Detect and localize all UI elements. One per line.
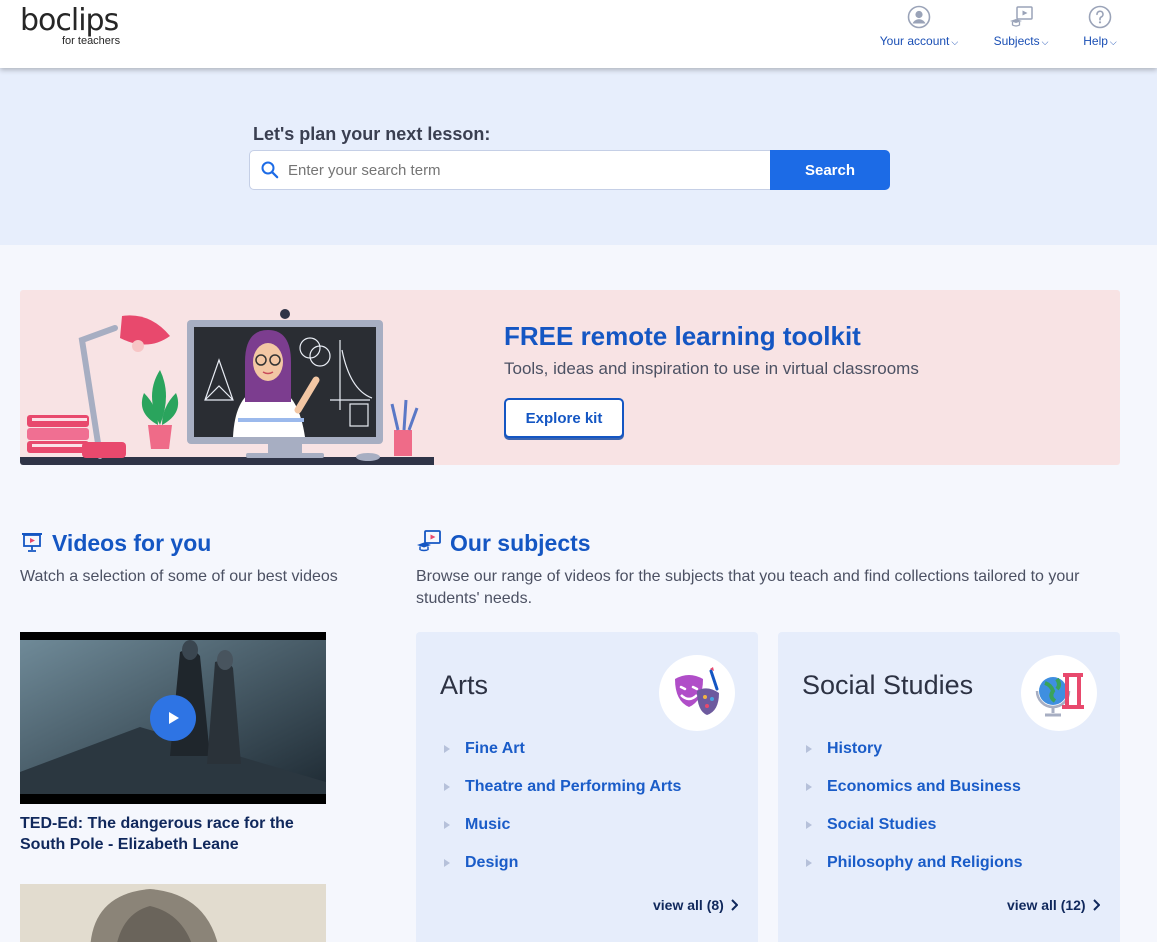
our-subjects-title: Our subjects	[450, 530, 591, 556]
top-header: boclips for teachers Your account ⌵ Subje…	[0, 0, 1157, 68]
caret-right-icon	[806, 859, 812, 867]
subject-card-title[interactable]: Social Studies	[802, 670, 973, 701]
view-all-arts-link[interactable]: view all (8)	[653, 897, 738, 913]
subject-link-philosophy[interactable]: Philosophy and Religions	[806, 844, 1023, 882]
chevron-down-icon: ⌵	[1041, 37, 1049, 47]
subject-card-social-studies: Social Studies History Economics and Bus…	[778, 632, 1120, 942]
chevron-right-icon	[731, 899, 738, 911]
caret-right-icon	[806, 783, 812, 791]
subject-card-arts: Arts Fine Art Theatre and Performing Art…	[416, 632, 758, 942]
subject-list: Fine Art Theatre and Performing Arts Mus…	[444, 730, 681, 882]
our-subjects-heading: Our subjects	[416, 529, 591, 558]
video-thumbnail[interactable]	[20, 632, 326, 804]
search-input[interactable]	[288, 161, 770, 179]
search-hero: Let's plan your next lesson: Search	[0, 68, 1157, 245]
banner-subtitle: Tools, ideas and inspiration to use in v…	[504, 359, 919, 378]
play-icon	[169, 712, 179, 724]
play-button[interactable]	[150, 695, 196, 741]
chevron-right-icon	[1092, 899, 1100, 911]
caret-right-icon	[444, 859, 450, 867]
subjects-label: Subjects	[993, 34, 1040, 48]
help-label: Help	[1083, 34, 1108, 48]
logo-wordmark: boclips	[20, 3, 119, 38]
theatre-masks-icon	[659, 655, 735, 731]
subjects-menu[interactable]: Subjects ⌵	[991, 0, 1051, 68]
subjects-description: Browse our range of videos for the subje…	[416, 568, 1080, 607]
help-icon	[1087, 4, 1113, 30]
user-icon	[906, 4, 932, 30]
video-thumbnail[interactable]	[20, 884, 326, 942]
search-box	[249, 150, 771, 190]
chevron-down-icon: ⌵	[1109, 37, 1117, 47]
header-nav: Your account ⌵ Subjects ⌵ Help ⌵	[877, 0, 1119, 68]
subject-list: History Economics and Business Social St…	[806, 730, 1023, 882]
caret-right-icon	[806, 745, 812, 753]
chevron-down-icon: ⌵	[951, 37, 959, 47]
view-all-social-studies-link[interactable]: view all (12)	[1007, 897, 1100, 913]
search-button[interactable]: Search	[770, 150, 890, 190]
banner-title: FREE remote learning toolkit	[504, 321, 861, 351]
subject-link-design[interactable]: Design	[444, 844, 681, 882]
presentation-icon	[20, 529, 44, 558]
globe-column-icon	[1021, 655, 1097, 731]
view-all-label: view all (8)	[653, 897, 724, 913]
your-account-label: Your account	[879, 34, 950, 48]
video-still	[20, 884, 326, 942]
view-all-label: view all (12)	[1007, 897, 1086, 913]
subject-link-economics[interactable]: Economics and Business	[806, 768, 1023, 806]
boclips-logo[interactable]: boclips for teachers	[20, 3, 140, 48]
search-icon	[260, 160, 280, 180]
videos-for-you-heading: Videos for you	[20, 529, 211, 558]
caret-right-icon	[444, 745, 450, 753]
videos-description: Watch a selection of some of our best vi…	[20, 568, 338, 585]
search-heading: Let's plan your next lesson:	[253, 124, 491, 144]
caret-right-icon	[444, 821, 450, 829]
subjects-icon	[1008, 4, 1034, 30]
remote-learning-banner: FREE remote learning toolkit Tools, idea…	[20, 290, 1120, 465]
logo-tagline: for teachers	[62, 35, 121, 47]
subject-link-fine-art[interactable]: Fine Art	[444, 730, 681, 768]
teacher-illustration	[20, 309, 434, 465]
video-title-link[interactable]: TED-Ed: The dangerous race for the South…	[20, 813, 330, 855]
subject-link-history[interactable]: History	[806, 730, 1023, 768]
subject-link-social-studies[interactable]: Social Studies	[806, 806, 1023, 844]
explore-kit-button[interactable]: Explore kit	[504, 398, 624, 438]
subject-card-title[interactable]: Arts	[440, 670, 488, 701]
videos-for-you-title: Videos for you	[52, 530, 212, 556]
your-account-menu[interactable]: Your account ⌵	[877, 0, 961, 68]
subject-link-theatre[interactable]: Theatre and Performing Arts	[444, 768, 681, 806]
caret-right-icon	[806, 821, 812, 829]
caret-right-icon	[444, 783, 450, 791]
subject-link-music[interactable]: Music	[444, 806, 681, 844]
help-menu[interactable]: Help ⌵	[1081, 0, 1119, 68]
subjects-icon	[416, 529, 442, 558]
